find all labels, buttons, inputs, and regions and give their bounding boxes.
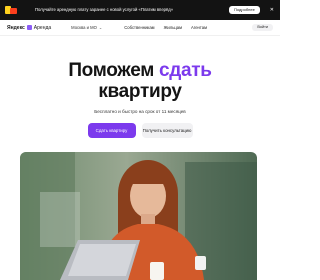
hero-title-accent: сдать — [158, 60, 212, 81]
nav-item-tenants[interactable]: Жильцам — [164, 25, 182, 30]
yandex-pay-icon — [4, 4, 20, 16]
login-button[interactable]: Войти — [252, 23, 273, 32]
logo-brand: Яндекс — [7, 24, 25, 31]
promo-text: Получайте арендную плату заранее с новой… — [35, 6, 174, 12]
logo-icon — [26, 25, 32, 30]
promo-details-button[interactable]: Подробнее — [229, 6, 260, 14]
rent-out-button[interactable]: Сдать квартиру — [87, 123, 136, 138]
woman-with-laptop-image — [20, 152, 257, 280]
nav-item-owners[interactable]: Собственникам — [124, 25, 154, 30]
logo-product: Аренда — [33, 24, 52, 31]
promo-banner: Получайте арендную плату заранее с новой… — [0, 0, 280, 20]
cta-row: Сдать квартиру Получить консультацию — [0, 123, 280, 138]
city-label: Москва и МО — [71, 25, 97, 30]
chevron-down-icon: ⌄ — [98, 25, 103, 30]
site-header: Яндекс Аренда Москва и МО ⌄ Собственника… — [0, 20, 280, 36]
hero-photo — [20, 152, 257, 280]
nav-item-agents[interactable]: Агентам — [191, 25, 207, 30]
hero-title-part1: Поможем — [68, 60, 154, 81]
hero-title: Поможем сдать квартиру — [0, 60, 280, 102]
city-selector[interactable]: Москва и МО ⌄ — [71, 25, 102, 30]
close-icon[interactable]: ✕ — [270, 7, 274, 13]
logo[interactable]: Яндекс Аренда — [7, 25, 51, 31]
hero-title-line2: квартиру — [98, 81, 182, 102]
main-nav: Собственникам Жильцам Агентам — [124, 25, 216, 30]
hero-subtitle: Бесплатно и быстро на срок от 11 месяцев — [94, 109, 186, 114]
consultation-button[interactable]: Получить консультацию — [141, 123, 193, 138]
